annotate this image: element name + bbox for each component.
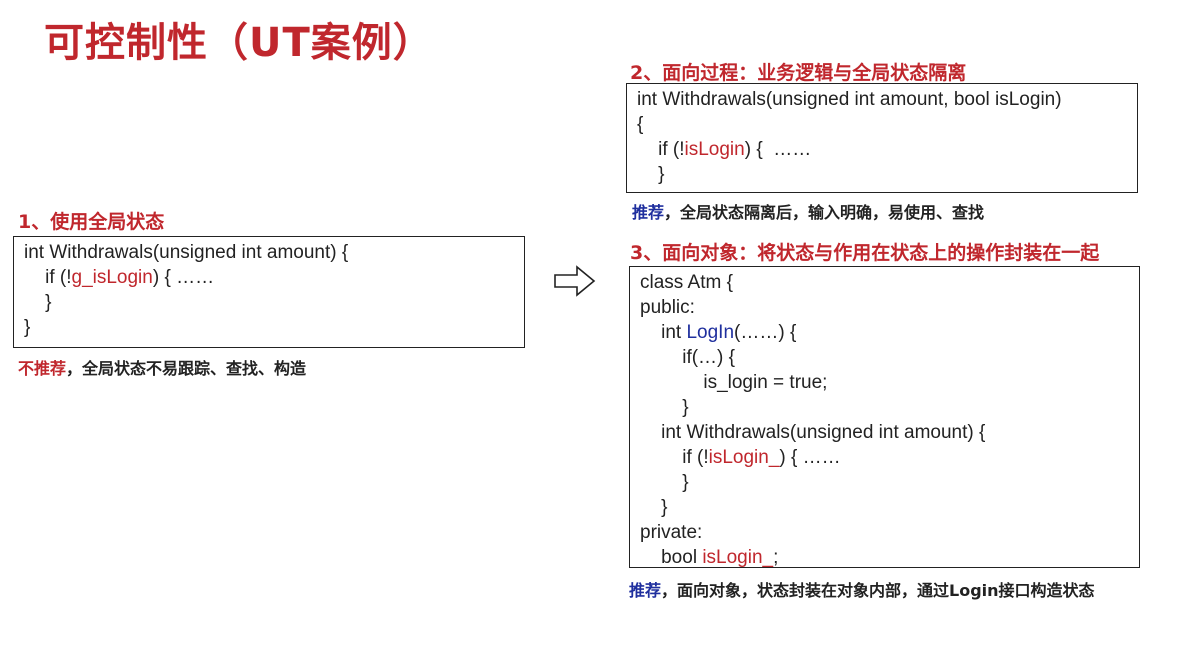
code-line: int Withdrawals(unsigned int amount) { [640,422,986,443]
code-line: if (!isLogin) { …… [637,139,812,160]
code-line: if (!isLogin_) { …… [640,447,841,468]
section2-heading: 2、面向过程：业务逻辑与全局状态隔离 [630,62,967,84]
code-line: int Withdrawals(unsigned int amount) { [24,242,349,263]
code-line: } [637,164,665,185]
code-line: } [24,292,52,313]
code-line: int LogIn(……) { [640,322,797,343]
code-line: private: [640,522,703,543]
code-line: } [640,397,689,418]
code-line: } [640,497,668,518]
code-line: bool isLogin_; [640,547,779,568]
not-recommended-label: 不推荐 [18,359,67,378]
section3-heading: 3、面向对象：将状态与作用在状态上的操作封装在一起 [630,242,1100,264]
recommended-label: 推荐 [629,581,662,600]
code-line: if (!g_isLogin) { …… [24,267,215,288]
param-highlight: isLogin [684,139,745,160]
method-highlight: LogIn [686,322,735,343]
code-line: } [24,317,31,338]
code-line: } [640,472,689,493]
section1-code-box: int Withdrawals(unsigned int amount) { i… [13,236,525,348]
section1-heading: 1、使用全局状态 [18,211,165,233]
code-line: class Atm { [640,272,733,293]
section3-code-box: class Atm { public: int LogIn(……) { if(…… [629,266,1140,568]
section1-note: 不推荐，全局状态不易跟踪、查找、构造 [18,359,307,378]
member-highlight: isLogin_ [708,447,780,468]
code-line: { [637,114,644,135]
code-line: public: [640,297,695,318]
right-arrow-icon [554,265,596,297]
global-var-highlight: g_isLogin [71,267,153,288]
slide-title: 可控制性（UT案例） [44,20,434,66]
code-line: if(…) { [640,347,736,368]
section3-note: 推荐，面向对象，状态封装在对象内部，通过Login接口构造状态 [629,581,1095,600]
member-highlight: isLogin_ [702,547,774,568]
section2-note: 推荐，全局状态隔离后，输入明确，易使用、查找 [632,203,985,222]
code-line: is_login = true; [640,372,828,393]
code-line: int Withdrawals(unsigned int amount, boo… [637,89,1062,110]
recommended-label: 推荐 [632,203,665,222]
section2-code-box: int Withdrawals(unsigned int amount, boo… [626,83,1138,193]
